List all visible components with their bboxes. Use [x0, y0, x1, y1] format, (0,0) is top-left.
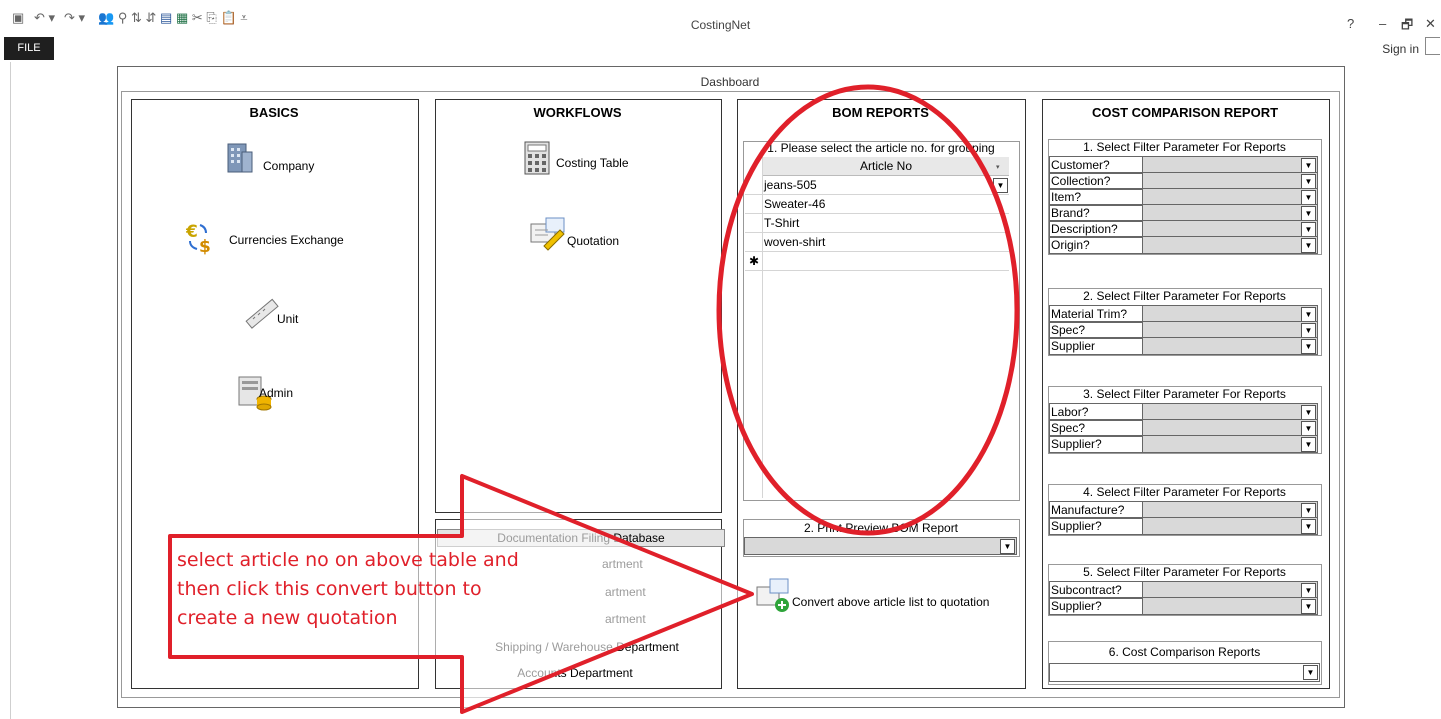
annotation-text: select article no on above table and the… — [177, 546, 519, 633]
filter-group-title: 2. Select Filter Parameter For Reports — [1083, 289, 1286, 303]
chevron-down-icon[interactable]: ▼ — [1301, 307, 1316, 322]
minimize-button[interactable]: – — [1379, 16, 1386, 31]
chevron-down-icon[interactable]: ▼ — [1301, 437, 1316, 452]
chevron-down-icon[interactable]: ▼ — [1301, 323, 1316, 338]
bom-title: BOM REPORTS — [832, 105, 929, 120]
filter-group-title: 1. Select Filter Parameter For Reports — [1083, 140, 1286, 154]
print-preview-select[interactable]: ▼ — [744, 537, 1017, 555]
filter-label: Supplier — [1049, 337, 1143, 355]
doc-item-accounts[interactable]: Accounts Department — [465, 666, 685, 680]
filter-select[interactable]: ▼ — [1142, 517, 1318, 535]
app-title: CostingNet — [690, 18, 751, 32]
annotation-line: create a new quotation — [177, 607, 398, 629]
filter-select[interactable]: ▼ — [1142, 597, 1318, 615]
dashboard-title: Dashboard — [700, 75, 760, 89]
filter-label: Supplier? — [1049, 435, 1143, 453]
chevron-down-icon[interactable]: ▼ — [1000, 539, 1015, 554]
costing-table-label: Costing Table — [556, 156, 629, 170]
article-rows: jeans-505 ▼ Sweater-46 T-Shirt woven-shi… — [745, 176, 1009, 271]
article-cell: jeans-505 — [764, 178, 817, 192]
doc-item-3[interactable]: artment — [605, 612, 646, 626]
chevron-down-icon[interactable]: ▼ — [1303, 665, 1318, 680]
admin-button[interactable]: Admin — [237, 375, 327, 415]
table-row[interactable]: jeans-505 ▼ — [745, 176, 1009, 195]
add-quotation-icon — [756, 578, 789, 612]
close-button[interactable]: ✕ — [1425, 16, 1436, 32]
unit-button[interactable]: Unit — [243, 296, 333, 336]
convert-to-quotation-button[interactable]: Convert above article list to quotation — [756, 577, 1016, 617]
chevron-down-icon[interactable]: ▼ — [1301, 174, 1316, 189]
article-cell: Sweater-46 — [764, 197, 826, 211]
cost-reports-select[interactable]: ▼ — [1049, 663, 1320, 682]
building-icon — [227, 143, 253, 173]
article-cell: T-Shirt — [764, 216, 800, 230]
costing-table-button[interactable]: Costing Table — [523, 141, 673, 181]
basics-title: BASICS — [249, 105, 299, 120]
quotation-button[interactable]: Quotation — [530, 216, 660, 256]
print-preview-title: 2. Print Preview BOM Report — [803, 521, 959, 535]
article-grid-caption: 1. Please select the article no. for gro… — [767, 141, 995, 155]
chevron-down-icon[interactable]: ▼ — [1301, 519, 1316, 534]
convert-label: Convert above article list to quotation — [792, 595, 990, 609]
article-no-header[interactable]: Article No — [763, 157, 1009, 176]
chevron-down-icon[interactable]: ▼ — [1301, 503, 1316, 518]
filter-select[interactable]: ▼ — [1142, 435, 1318, 453]
doc-item-1[interactable]: artment — [602, 557, 643, 571]
chevron-down-icon[interactable]: ▼ — [1301, 405, 1316, 420]
chevron-down-icon[interactable]: ▼ — [1301, 238, 1316, 253]
file-tab[interactable]: FILE — [4, 37, 54, 60]
column-filter-icon[interactable]: ▾ — [996, 163, 1000, 171]
filter-label: Origin? — [1049, 236, 1143, 254]
cost-comparison-title: COST COMPARISON REPORT — [1091, 105, 1279, 120]
doc-item-shipping[interactable]: Shipping / Warehouse Department — [477, 640, 697, 654]
chevron-down-icon[interactable]: ▼ — [1301, 190, 1316, 205]
svg-text:$: $ — [199, 237, 211, 255]
cost-reports-title: 6. Cost Comparison Reports — [1108, 645, 1261, 659]
chevron-down-icon[interactable]: ▼ — [1301, 583, 1316, 598]
filter-group-title: 5. Select Filter Parameter For Reports — [1083, 565, 1286, 579]
annotation-line: select article no on above table and — [177, 549, 519, 571]
quotation-icon — [530, 217, 565, 251]
doc-item-2[interactable]: artment — [605, 585, 646, 599]
company-button[interactable]: Company — [222, 140, 342, 180]
unit-label: Unit — [277, 312, 299, 326]
article-cell: woven-shirt — [764, 235, 826, 249]
documentation-title: Documentation Filing Database — [437, 529, 725, 547]
table-row[interactable]: woven-shirt — [745, 233, 1009, 252]
chevron-down-icon[interactable]: ▼ — [1301, 599, 1316, 614]
chevron-down-icon[interactable]: ▼ — [1301, 222, 1316, 237]
currencies-exchange-label: Currencies Exchange — [229, 233, 344, 247]
quotation-label: Quotation — [567, 234, 620, 248]
company-label: Company — [263, 159, 315, 173]
currency-icon: € $ — [186, 222, 211, 255]
filter-select[interactable]: ▼ — [1142, 337, 1318, 355]
filter-label: Supplier? — [1049, 597, 1143, 615]
chevron-down-icon[interactable]: ▼ — [1301, 206, 1316, 221]
chevron-down-icon[interactable]: ▼ — [1301, 158, 1316, 173]
nav-divider — [10, 62, 11, 719]
search-box[interactable] — [1425, 37, 1440, 55]
table-row[interactable]: Sweater-46 — [745, 195, 1009, 214]
chevron-down-icon[interactable]: ▼ — [993, 178, 1008, 193]
help-button[interactable]: ? — [1347, 16, 1354, 31]
sign-in-link[interactable]: Sign in — [1382, 42, 1419, 56]
calculator-icon — [524, 141, 550, 175]
admin-label: Admin — [259, 386, 294, 400]
filter-group-title: 4. Select Filter Parameter For Reports — [1083, 485, 1286, 499]
new-row[interactable]: ✱ — [745, 252, 1009, 271]
svg-text:€: € — [186, 222, 198, 242]
ruler-icon — [245, 298, 279, 329]
table-row[interactable]: T-Shirt — [745, 214, 1009, 233]
restore-button[interactable]: 🗗 — [1401, 16, 1413, 38]
annotation-line: then click this convert button to — [177, 578, 482, 600]
chevron-down-icon[interactable]: ▼ — [1301, 421, 1316, 436]
workflows-title: WORKFLOWS — [533, 105, 622, 120]
filter-label: Supplier? — [1049, 517, 1143, 535]
new-row-marker: ✱ — [749, 254, 760, 268]
filter-group-title: 3. Select Filter Parameter For Reports — [1083, 387, 1286, 401]
currencies-exchange-button[interactable]: € $ Currencies Exchange — [186, 221, 376, 261]
chevron-down-icon[interactable]: ▼ — [1301, 339, 1316, 354]
filter-select[interactable]: ▼ — [1142, 236, 1318, 254]
